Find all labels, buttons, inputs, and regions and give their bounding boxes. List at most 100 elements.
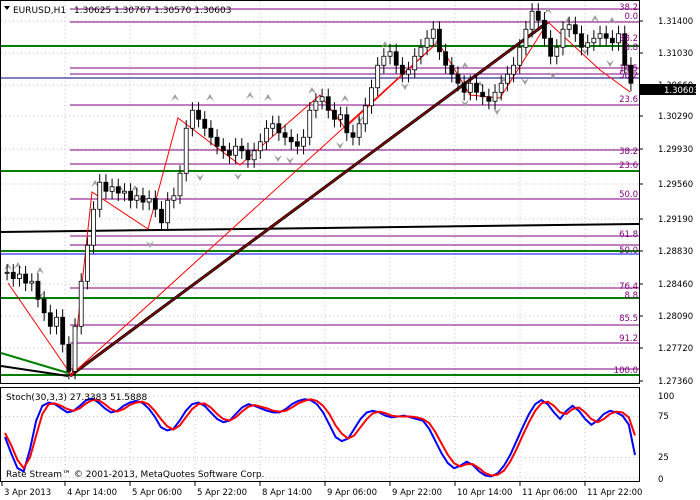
candle-body — [10, 271, 16, 279]
candle-body — [270, 123, 276, 129]
candle-body — [437, 28, 442, 53]
candle-body — [498, 82, 504, 93]
candle-body — [208, 127, 214, 138]
candle-body — [418, 46, 424, 57]
candle-body — [239, 145, 245, 152]
price-tick-label: 1.31030 — [658, 49, 693, 59]
candle-body — [159, 208, 164, 224]
time-tick-label: 9 Apr 06:00 — [327, 488, 377, 498]
candle-body — [430, 28, 436, 39]
candle-body — [202, 118, 208, 129]
candle-body — [294, 141, 300, 147]
trading-chart[interactable]: 38.20.038.28.814.556.223.638.223.650.061… — [0, 0, 700, 500]
price-tick-label: 1.28830 — [658, 247, 693, 257]
candle-body — [97, 181, 103, 210]
fibo-label-right: 8.8 — [624, 43, 638, 53]
time-tick-label: 3 Apr 2013 — [4, 488, 51, 498]
fibo-label-right: 56.2 — [619, 71, 638, 81]
candle-body — [66, 343, 72, 372]
candle-body — [91, 208, 96, 246]
candle-body — [566, 24, 572, 30]
fibo-label-mid: 50.0 — [619, 190, 638, 200]
time-tick-label: 5 Apr 06:00 — [132, 488, 182, 498]
time-tick-label: 9 Apr 22:00 — [392, 488, 442, 498]
price-tick-label: 1.28460 — [658, 280, 693, 290]
candle-body — [467, 82, 473, 93]
candle-body — [381, 55, 387, 66]
candle-body — [264, 127, 269, 143]
candle-body — [424, 37, 430, 48]
candle-body — [78, 280, 84, 327]
price-tick-label: 1.29930 — [658, 145, 693, 155]
copyright-label: Rate Stream™ © 2001-2013, MetaQuotes Sof… — [6, 470, 264, 480]
candle-body — [227, 150, 232, 156]
candle-body — [350, 132, 356, 138]
ohlc-label: 1.30625 1.30767 1.30570 1.30603 — [74, 6, 231, 16]
current-price: 1.30603 — [664, 86, 699, 96]
candle-body — [41, 298, 47, 314]
price-tick-label: 1.29560 — [658, 180, 693, 190]
candle-body — [406, 69, 411, 75]
candle-body — [523, 28, 529, 48]
candle-body — [109, 186, 115, 192]
fibo-label-mid: 100.0 — [614, 366, 638, 376]
time-tick-label: 4 Apr 14:00 — [67, 488, 117, 498]
candle-body — [319, 96, 325, 102]
candle-body — [548, 37, 554, 57]
symbol-label: EURUSD,H1 — [13, 6, 66, 16]
chart-header: EURUSD,H1 1.30625 1.30767 1.30570 1.3060… — [4, 6, 231, 16]
candle-body — [233, 145, 239, 156]
candle-body — [486, 96, 492, 102]
candle-body — [375, 64, 381, 89]
candle-body — [146, 198, 152, 203]
candle-body — [579, 33, 584, 48]
candle-body — [591, 37, 597, 44]
candle-body — [356, 123, 362, 138]
candle-body — [307, 109, 313, 138]
time-tick-label: 10 Apr 14:00 — [457, 488, 512, 498]
candle-body — [134, 195, 140, 201]
candle-body — [344, 114, 350, 134]
candle-body — [165, 199, 171, 224]
fibo-label-mid: 8.8 — [624, 291, 638, 301]
fibo-label-mid: 85.5 — [619, 314, 638, 324]
candle-body — [535, 10, 541, 21]
candle-body — [399, 64, 405, 75]
candle-body — [214, 136, 220, 147]
candle-body — [492, 91, 498, 102]
current-price-marker: 1.30603 — [640, 84, 699, 96]
candle-body — [560, 28, 566, 48]
stoch-axis: 100 75 25 0 — [658, 392, 674, 485]
fibo-label-mid: 50.0 — [619, 246, 638, 256]
candle-body — [189, 109, 195, 129]
fibo-label-mid: 38.2 — [619, 147, 638, 157]
candle-body — [35, 280, 41, 300]
candle-body — [257, 141, 263, 152]
candle-body — [183, 127, 189, 174]
candle-body — [17, 273, 22, 279]
candle-body — [251, 150, 257, 161]
stoch-axis-label: 75 — [658, 412, 669, 422]
candle-body — [542, 19, 547, 39]
candle-body — [72, 325, 78, 372]
fibo-label-mid: 91.2 — [619, 334, 638, 344]
candle-body — [140, 195, 146, 203]
candle-body — [29, 280, 35, 284]
candle-body — [603, 33, 609, 39]
candle-body — [443, 51, 449, 66]
price-tick-label: 1.31400 — [658, 17, 693, 27]
time-tick-label: 11 Apr 06:00 — [522, 488, 577, 498]
candle-body — [245, 150, 251, 161]
candle-body — [115, 186, 121, 194]
candle-body — [362, 105, 368, 125]
candle-body — [301, 136, 306, 147]
candle-body — [572, 24, 578, 35]
candle-body — [504, 73, 510, 84]
candle-body — [461, 82, 467, 93]
price-tick-label: 1.29190 — [658, 215, 693, 225]
candle-body — [196, 109, 201, 120]
time-tick-label: 8 Apr 14:00 — [262, 488, 312, 498]
candle-body — [338, 114, 344, 120]
candle-body — [597, 33, 603, 39]
price-tick-label: 1.30290 — [658, 112, 693, 122]
